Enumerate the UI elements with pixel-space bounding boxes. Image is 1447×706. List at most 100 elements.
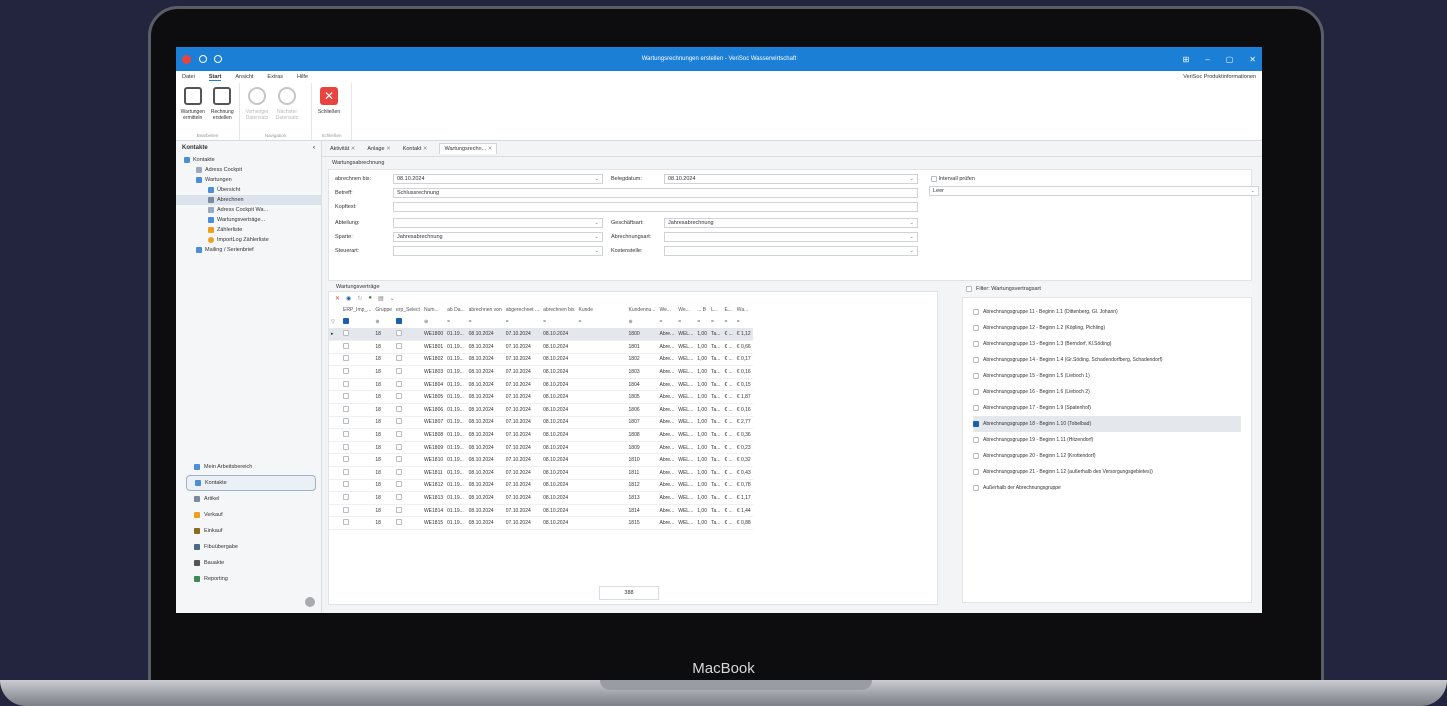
filter-row[interactable]: ▽ ⊕ ⊕ = = = = = ⊕ = = = = = = bbox=[329, 316, 753, 328]
add-icon[interactable]: ● bbox=[368, 295, 372, 301]
refresh-icon[interactable]: ↻ bbox=[357, 295, 362, 302]
product-info-link[interactable]: VeriSoc Produktinformationen bbox=[1183, 74, 1256, 80]
filter-cell[interactable]: ⊕ bbox=[373, 316, 394, 328]
tree-item-adress-cockpit[interactable]: Adress Cockpit bbox=[176, 165, 321, 175]
erp-import-checkbox[interactable] bbox=[341, 378, 373, 391]
erp-import-checkbox[interactable] bbox=[341, 479, 373, 492]
filter-item[interactable]: Abrechnungsgruppe 17 - Beginn 1.9 (Spate… bbox=[973, 400, 1241, 416]
erp-import-checkbox[interactable] bbox=[341, 454, 373, 467]
menu-extras[interactable]: Extras bbox=[267, 74, 283, 80]
erp-import-checkbox[interactable] bbox=[341, 467, 373, 480]
filter-item[interactable]: Abrechnungsgruppe 18 - Beginn 1.10 (Tobe… bbox=[973, 416, 1241, 432]
erp-select-checkbox[interactable] bbox=[394, 378, 422, 391]
close-tab-icon[interactable]: ✕ bbox=[386, 146, 391, 152]
tree-item-wartungen[interactable]: Wartungen bbox=[176, 175, 321, 185]
table-row[interactable]: 18 WE1806 01.19... 08.10.2024 07.10.2024 08.1… bbox=[329, 404, 753, 417]
more-icon[interactable]: ⌄ bbox=[390, 295, 395, 302]
tree-item-wartungsvertraege[interactable]: Wartungsverträge... bbox=[176, 215, 321, 225]
kopftext-field[interactable] bbox=[393, 202, 918, 212]
erp-import-checkbox[interactable] bbox=[341, 391, 373, 404]
abrechnen-bis-field[interactable]: 08.10.2024 ⌄ bbox=[393, 174, 603, 184]
filter-cell[interactable]: = bbox=[445, 316, 467, 328]
table-row[interactable]: 18 WE1812 01.19... 08.10.2024 07.10.2024 08.1… bbox=[329, 479, 753, 492]
nav-arbeitsbereich[interactable]: Mein Arbeitsbereich bbox=[186, 459, 316, 475]
nav-fibu[interactable]: Fibuübergabe bbox=[186, 539, 316, 555]
column-header[interactable]: ... B bbox=[695, 304, 709, 316]
table-row[interactable]: 18 WE1811 01.19... 08.10.2024 07.10.2024 08.1… bbox=[329, 467, 753, 480]
column-header[interactable]: We... bbox=[658, 304, 677, 316]
tree-item-importlog[interactable]: ImportLog Zählerliste bbox=[176, 235, 321, 245]
filter-item[interactable]: Abrechnungsgruppe 11 - Beginn 1.1 (Ditte… bbox=[973, 304, 1241, 320]
filter-cell[interactable] bbox=[341, 316, 373, 328]
nav-bauakte[interactable]: Bauakte bbox=[186, 555, 316, 571]
close-tab-icon[interactable]: ✕ bbox=[351, 146, 356, 152]
intervall-checkbox[interactable]: Intervall prüfen bbox=[931, 174, 975, 184]
minimize-icon[interactable]: – bbox=[1205, 55, 1209, 64]
menu-hilfe[interactable]: Hilfe bbox=[297, 74, 308, 80]
erp-select-checkbox[interactable] bbox=[394, 328, 422, 341]
erp-import-checkbox[interactable] bbox=[341, 353, 373, 366]
help-icon[interactable]: ⊞ bbox=[1183, 55, 1190, 64]
column-header[interactable]: Wa... bbox=[735, 304, 753, 316]
tab-kontakt[interactable]: Kontakt ✕ bbox=[403, 146, 428, 152]
erp-import-checkbox[interactable] bbox=[341, 366, 373, 379]
nav-kontakte[interactable]: Kontakte bbox=[186, 475, 316, 491]
filter-cell[interactable]: = bbox=[577, 316, 627, 328]
erp-import-checkbox[interactable] bbox=[341, 341, 373, 354]
erp-import-checkbox[interactable] bbox=[341, 492, 373, 505]
collapse-icon[interactable]: ‹ bbox=[313, 145, 315, 151]
filter-item[interactable]: Außerhalb der Abrechnungsgruppe bbox=[973, 480, 1241, 496]
maximize-icon[interactable]: ▢ bbox=[1226, 55, 1234, 64]
erp-select-checkbox[interactable] bbox=[394, 441, 422, 454]
filter-item[interactable]: Abrechnungsgruppe 16 - Beginn 1.6 (Liebo… bbox=[973, 384, 1241, 400]
filter-cell[interactable]: = bbox=[695, 316, 709, 328]
filter-cell[interactable]: = bbox=[709, 316, 722, 328]
kostenstelle-field[interactable]: ⌄ bbox=[664, 246, 918, 256]
filter-item[interactable]: Abrechnungsgruppe 21 - Beginn 1.12 (auße… bbox=[973, 464, 1241, 480]
tab-aktivitaet[interactable]: Aktivität ✕ bbox=[330, 146, 355, 152]
steuerart-field[interactable]: ⌄ bbox=[393, 246, 603, 256]
column-header[interactable]: L... bbox=[709, 304, 722, 316]
abrechnungsart-field[interactable]: ⌄ bbox=[664, 232, 918, 242]
tab-wartungsrechnungen[interactable]: Wartungsrechn... ✕ bbox=[439, 143, 498, 154]
erp-select-checkbox[interactable] bbox=[394, 366, 422, 379]
close-tab-icon[interactable]: ✕ bbox=[423, 146, 428, 152]
filter-item[interactable]: Abrechnungsgruppe 15 - Beginn 1.5 (Liebo… bbox=[973, 368, 1241, 384]
close-icon[interactable]: ✕ bbox=[1249, 55, 1256, 64]
column-header[interactable]: abgerechnet ... bbox=[504, 304, 541, 316]
erp-import-checkbox[interactable] bbox=[341, 404, 373, 417]
table-row[interactable]: 18 WE1815 01.19... 08.10.2024 07.10.2024 08.1… bbox=[329, 517, 753, 530]
column-header[interactable]: Gruppe bbox=[373, 304, 394, 316]
tree-item-zaehlerliste[interactable]: Zählerliste bbox=[176, 225, 321, 235]
table-row[interactable]: 18 WE1810 01.19... 08.10.2024 07.10.2024 08.1… bbox=[329, 454, 753, 467]
erp-select-checkbox[interactable] bbox=[394, 504, 422, 517]
sparte-field[interactable]: Jahresabrechnung ⌄ bbox=[393, 232, 603, 242]
erp-select-checkbox[interactable] bbox=[394, 517, 422, 530]
filter-item[interactable]: Abrechnungsgruppe 19 - Beginn 1.11 (Hitz… bbox=[973, 432, 1241, 448]
filter-cell[interactable]: = bbox=[722, 316, 734, 328]
column-header[interactable]: erp_Select bbox=[394, 304, 422, 316]
erp-import-checkbox[interactable] bbox=[341, 517, 373, 530]
table-row[interactable]: 18 WE1805 01.19... 08.10.2024 07.10.2024 08.1… bbox=[329, 391, 753, 404]
erp-select-checkbox[interactable] bbox=[394, 353, 422, 366]
table-row[interactable]: 18 WE1814 01.19... 08.10.2024 07.10.2024 08.1… bbox=[329, 504, 753, 517]
nav-verkauf[interactable]: Verkauf bbox=[186, 507, 316, 523]
belegdatum-field[interactable]: 08.10.2024 ⌄ bbox=[664, 174, 918, 184]
binoculars-icon[interactable]: ◉ bbox=[346, 295, 351, 302]
betreff-field[interactable]: Schlussrechnung bbox=[393, 188, 918, 198]
filter-cell[interactable]: = bbox=[467, 316, 504, 328]
intervall-select[interactable]: Leer ⌄ bbox=[929, 186, 1259, 196]
erp-select-checkbox[interactable] bbox=[394, 467, 422, 480]
column-header[interactable]: ERP_Imp_... bbox=[341, 304, 373, 316]
table-row[interactable]: ▸ 18 WE1800 01.19... 08.10.2024 07.10.2024 08.… bbox=[329, 328, 753, 341]
filter-cell[interactable] bbox=[394, 316, 422, 328]
erp-import-checkbox[interactable] bbox=[341, 441, 373, 454]
erp-import-checkbox[interactable] bbox=[341, 429, 373, 442]
table-row[interactable]: 18 WE1809 01.19... 08.10.2024 07.10.2024 08.1… bbox=[329, 441, 753, 454]
tree-item-mailing[interactable]: Mailing / Serienbrief bbox=[176, 245, 321, 255]
table-row[interactable]: 18 WE1808 01.19... 08.10.2024 07.10.2024 08.1… bbox=[329, 429, 753, 442]
filter-cell[interactable]: = bbox=[735, 316, 753, 328]
tree-item-adress-cockpit-wa[interactable]: Adress Cockpit Wa... bbox=[176, 205, 321, 215]
tab-anlage[interactable]: Anlage ✕ bbox=[367, 146, 390, 152]
tree-item-kontakte[interactable]: Kontakte bbox=[176, 155, 321, 165]
